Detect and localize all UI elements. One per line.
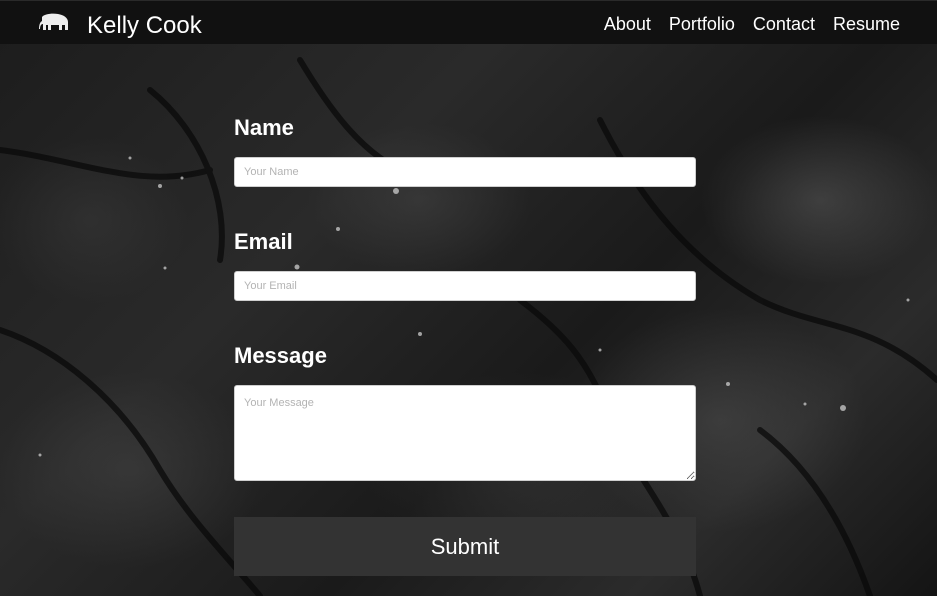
email-label: Email [234,229,293,254]
nav-link-resume[interactable]: Resume [833,13,900,35]
nav-link-portfolio[interactable]: Portfolio [669,13,735,35]
nav-link-contact[interactable]: Contact [753,13,815,35]
submit-button[interactable]: Submit [234,517,696,576]
name-input[interactable] [234,157,696,187]
brand-name[interactable]: Kelly Cook [87,12,202,40]
nav-links: About Portfolio Contact Resume [604,13,900,35]
nav-link-about[interactable]: About [604,13,651,35]
elephant-icon[interactable] [38,13,70,33]
message-textarea[interactable] [234,385,696,481]
name-label: Name [234,115,294,140]
navbar: Kelly Cook About Portfolio Contact Resum… [0,0,937,44]
message-label: Message [234,343,327,368]
email-input[interactable] [234,271,696,301]
